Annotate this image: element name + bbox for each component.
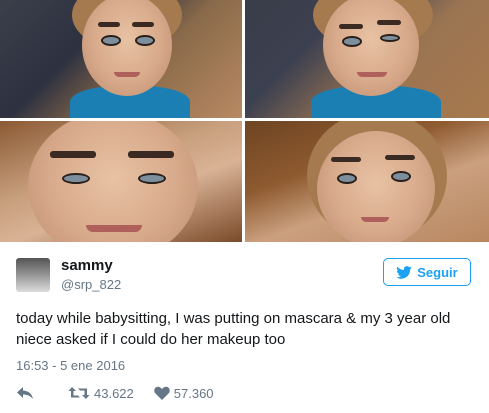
photo-eye (380, 34, 400, 42)
like-button[interactable]: 57.360 (154, 386, 214, 401)
photo-brow (377, 20, 401, 25)
reply-icon (17, 387, 33, 399)
retweet-count: 43.622 (94, 385, 134, 401)
photo-eye (101, 35, 121, 46)
photo-mouth (357, 72, 387, 77)
photo-brow (98, 22, 120, 27)
photo-brow (132, 22, 154, 27)
photo-eye (391, 171, 411, 182)
photo-brow (339, 24, 363, 29)
photo-brow (50, 151, 96, 158)
tweet-photo-4[interactable] (245, 121, 489, 242)
photo-face (317, 131, 435, 242)
follow-button-label: Seguir (417, 264, 458, 280)
tweet-actions: 43.622 57.360 (16, 383, 214, 403)
tweet-photo-2[interactable] (245, 0, 489, 118)
photo-face (323, 0, 419, 96)
retweet-button[interactable]: 43.622 (68, 385, 134, 401)
reply-button[interactable] (16, 385, 36, 401)
tweet-text: today while babysitting, I was putting o… (16, 310, 451, 348)
photo-face (82, 0, 172, 96)
photo-mouth (86, 225, 142, 232)
photo-face (28, 121, 198, 242)
tweet-photo-3[interactable] (0, 121, 242, 242)
photo-mouth (361, 217, 389, 222)
like-count: 57.360 (173, 385, 214, 401)
tweet-timestamp[interactable]: 16:53 - 5 ene 2016 (16, 358, 125, 373)
tweet-photo-1[interactable] (0, 0, 242, 118)
retweet-icon (68, 387, 90, 399)
follow-button[interactable]: Seguir (383, 258, 471, 286)
photo-eye (342, 36, 362, 47)
photo-brow (385, 155, 415, 160)
photo-eye (138, 173, 166, 184)
heart-icon (154, 386, 170, 400)
avatar[interactable] (16, 258, 50, 292)
photo-brow (128, 151, 174, 158)
photo-eye (337, 173, 357, 184)
photo-eye (135, 35, 155, 46)
user-handle[interactable]: @srp_822 (61, 277, 121, 292)
twitter-bird-icon (396, 265, 413, 279)
photo-mouth (114, 72, 140, 77)
photo-eye (62, 173, 90, 184)
photo-brow (331, 157, 361, 162)
user-name[interactable]: sammy (61, 257, 113, 274)
photo-grid (0, 0, 489, 242)
